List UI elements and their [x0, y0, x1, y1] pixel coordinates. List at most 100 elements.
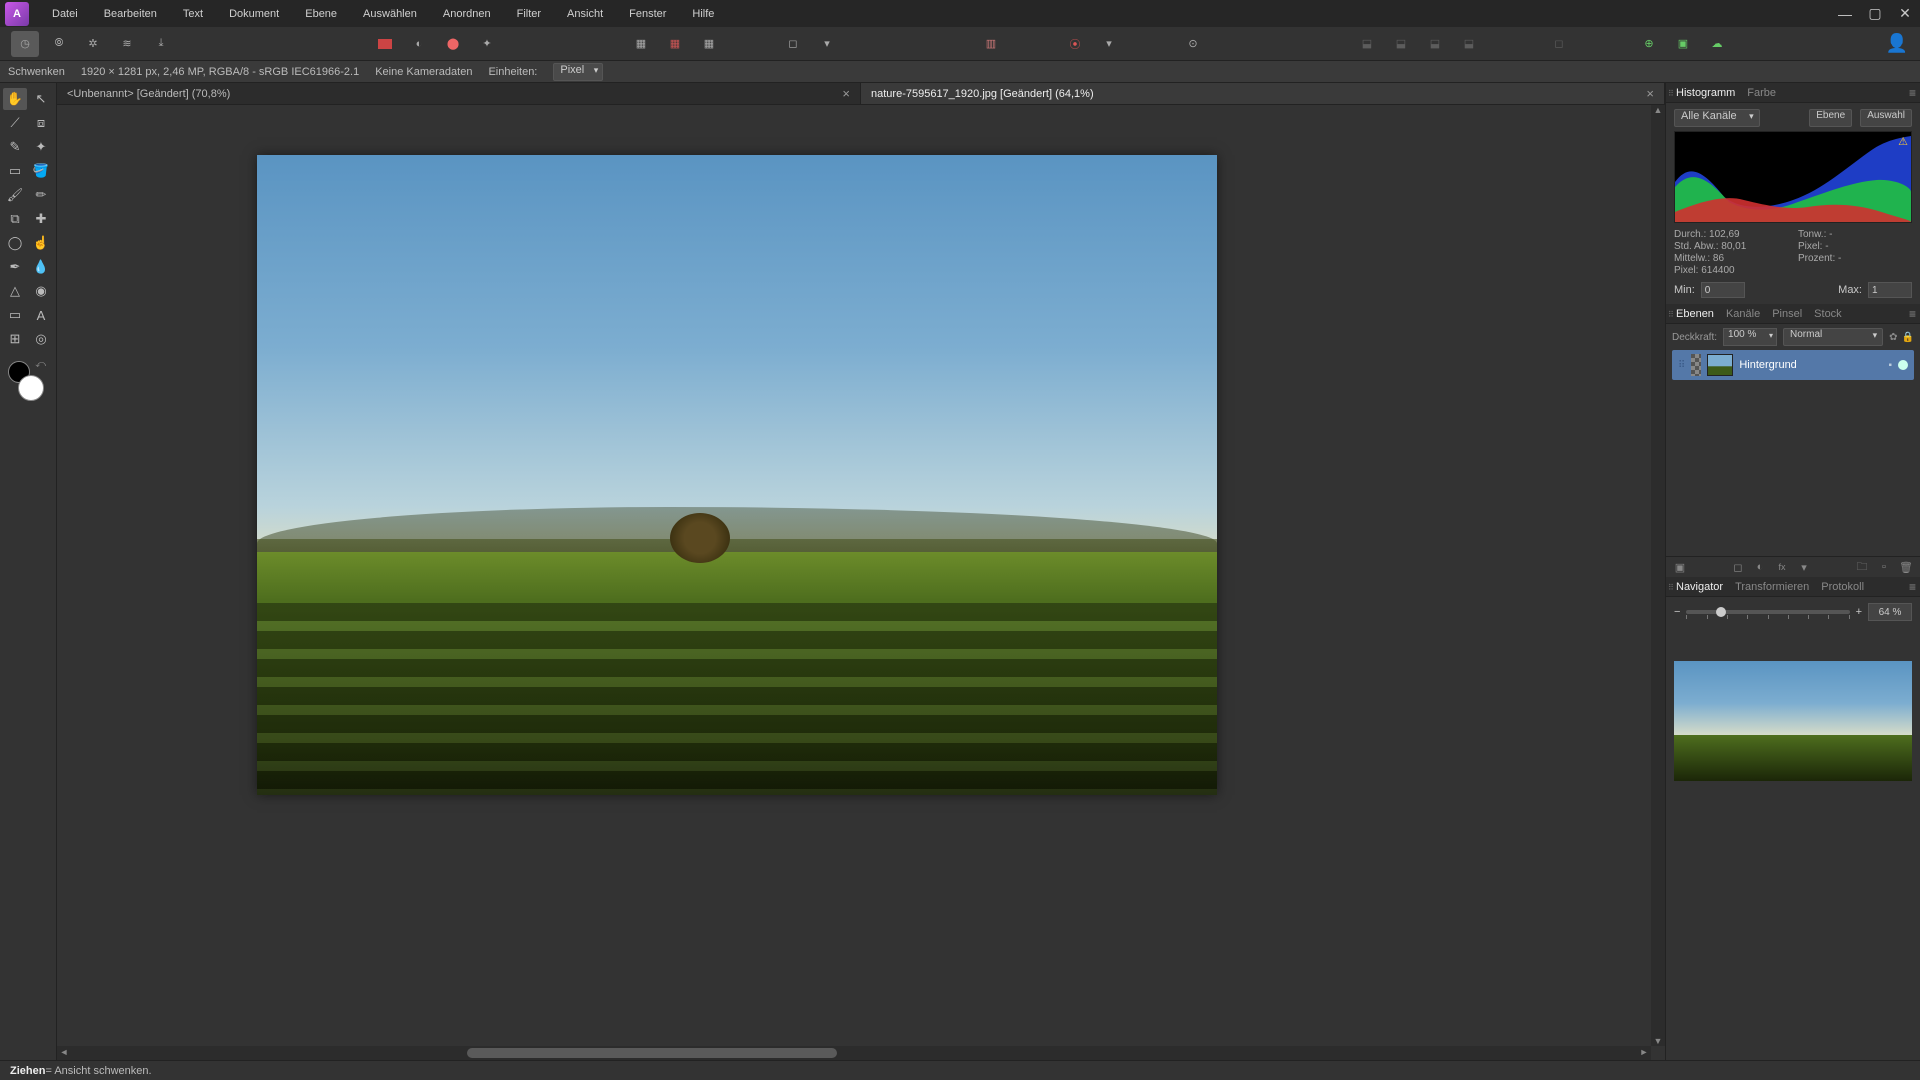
flood-select-tool[interactable]: ✦ — [29, 136, 53, 158]
delete-layer-icon[interactable]: 🗑 — [1898, 560, 1914, 574]
menu-hilfe[interactable]: Hilfe — [679, 0, 727, 27]
canvas[interactable] — [257, 155, 1217, 795]
zoom-value[interactable]: 64 % — [1868, 603, 1912, 621]
canvas-viewport[interactable]: ▲ ▼ ◄ ► — [57, 105, 1665, 1060]
stock-button[interactable]: ☁ — [1703, 31, 1731, 57]
blend-mode-select[interactable]: Normal — [1783, 328, 1883, 346]
export-persona-button[interactable]: ⤓ — [147, 31, 175, 57]
add-mask-icon[interactable]: ◻ — [1730, 560, 1746, 574]
dodge-tool[interactable]: ◯ — [3, 232, 27, 254]
menu-auswaehlen[interactable]: Auswählen — [350, 0, 430, 27]
menu-bearbeiten[interactable]: Bearbeiten — [91, 0, 170, 27]
foreground-color-swatch[interactable] — [18, 375, 44, 401]
panel-drag-icon[interactable]: ⠿ — [1668, 310, 1674, 319]
autocolors-button[interactable]: ⬤ — [439, 31, 467, 57]
tab-history[interactable]: Protokoll — [1821, 581, 1864, 593]
snap-button[interactable]: ⦿ — [1061, 31, 1089, 57]
shape-tool[interactable]: ▭ — [3, 304, 27, 326]
add-adjustment-icon[interactable]: ◐ — [1752, 560, 1768, 574]
add-group-icon[interactable]: 🗀 — [1854, 560, 1870, 574]
histogram-min-input[interactable] — [1701, 282, 1745, 298]
scroll-left-arrow[interactable]: ◄ — [57, 1047, 71, 1057]
autocontrast-button[interactable]: ◐ — [405, 31, 433, 57]
heal-tool[interactable]: ✚ — [29, 208, 53, 230]
zoom-tool[interactable]: ◎ — [29, 328, 53, 350]
view-tool[interactable]: ✋ — [3, 88, 27, 110]
resource-manager-button[interactable]: ▣ — [1669, 31, 1697, 57]
menu-dokument[interactable]: Dokument — [216, 0, 292, 27]
selection-invert-button[interactable]: ▦ — [695, 31, 723, 57]
mesh-tool[interactable]: ⊞ — [3, 328, 27, 350]
panel-drag-icon[interactable]: ⠿ — [1668, 583, 1674, 592]
opacity-input[interactable]: 100 %▾ — [1723, 328, 1777, 346]
arrange-forward-button[interactable]: ⬓ — [1421, 31, 1449, 57]
tab-color[interactable]: Farbe — [1747, 87, 1776, 99]
menu-anordnen[interactable]: Anordnen — [430, 0, 504, 27]
context-units-select[interactable]: Pixel — [553, 63, 603, 81]
menu-text[interactable]: Text — [170, 0, 216, 27]
zoom-out-button[interactable]: − — [1674, 606, 1680, 618]
marquee-tool[interactable]: ▭ — [3, 160, 27, 182]
sponge-tool[interactable]: ◉ — [29, 280, 53, 302]
text-tool[interactable]: A — [29, 304, 53, 326]
tab-navigator[interactable]: Navigator — [1676, 581, 1723, 593]
smudge-tool[interactable]: ☝ — [29, 232, 53, 254]
document-tab-1[interactable]: nature-7595617_1920.jpg [Geändert] (64,1… — [861, 83, 1665, 104]
scroll-down-arrow[interactable]: ▼ — [1651, 1036, 1665, 1046]
sharpen-tool[interactable]: △ — [3, 280, 27, 302]
tab-transform[interactable]: Transformieren — [1735, 581, 1809, 593]
menu-datei[interactable]: Datei — [39, 0, 91, 27]
histogram-selection-button[interactable]: Auswahl — [1860, 109, 1912, 127]
tab-brushes[interactable]: Pinsel — [1772, 308, 1802, 320]
layer-visibility-toggle[interactable] — [1898, 360, 1908, 370]
add-fx-icon[interactable]: fx — [1774, 560, 1790, 574]
quickmask-button[interactable]: ◻ — [779, 31, 807, 57]
panel-drag-icon[interactable]: ⠿ — [1668, 89, 1674, 98]
arrange-backward-button[interactable]: ⬓ — [1387, 31, 1415, 57]
document-tab-0[interactable]: <Unbenannt> [Geändert] (70,8%) × — [57, 83, 861, 104]
merge-visible-icon[interactable]: ▣ — [1672, 560, 1688, 574]
crop-tool[interactable]: ⧈ — [29, 112, 53, 134]
quickmask-dropdown[interactable]: ▾ — [813, 31, 841, 57]
window-minimize-button[interactable]: — — [1830, 0, 1860, 27]
menu-ebene[interactable]: Ebene — [292, 0, 350, 27]
zoom-in-button[interactable]: + — [1856, 606, 1862, 618]
develop-persona-button[interactable]: ✲ — [79, 31, 107, 57]
panel-menu-icon[interactable]: ≡ — [1909, 580, 1914, 594]
tab-histogram[interactable]: Histogramm — [1676, 87, 1735, 99]
tab-stock[interactable]: Stock — [1814, 308, 1842, 320]
histogram-channel-select[interactable]: Alle Kanäle — [1674, 109, 1760, 127]
document-tab-1-close[interactable]: × — [1636, 86, 1654, 101]
add-live-filter-icon[interactable]: ▾ — [1796, 560, 1812, 574]
clone-tool[interactable]: ⧉ — [3, 208, 27, 230]
color-swatch[interactable]: ⤺ — [8, 361, 48, 401]
scroll-right-arrow[interactable]: ► — [1637, 1047, 1651, 1057]
selection-all-button[interactable]: ▦ — [627, 31, 655, 57]
move-tool[interactable]: ↖ — [29, 88, 53, 110]
histogram-max-input[interactable] — [1868, 282, 1912, 298]
menu-ansicht[interactable]: Ansicht — [554, 0, 616, 27]
blur-tool[interactable]: 💧 — [29, 256, 53, 278]
add-resource-button[interactable]: ⊕ — [1635, 31, 1663, 57]
autolevels-button[interactable] — [371, 31, 399, 57]
arrange-front-button[interactable]: ⬓ — [1455, 31, 1483, 57]
swap-colors-icon[interactable]: ⤺ — [35, 359, 46, 370]
tab-channels[interactable]: Kanäle — [1726, 308, 1760, 320]
snap-dropdown[interactable]: ▾ — [1095, 31, 1123, 57]
histogram-layer-button[interactable]: Ebene — [1809, 109, 1852, 127]
account-button[interactable]: 👤 — [1882, 29, 1912, 59]
window-close-button[interactable]: ✕ — [1890, 0, 1920, 27]
menu-filter[interactable]: Filter — [504, 0, 554, 27]
layer-locked-icon[interactable]: ▪ — [1888, 360, 1892, 371]
crop-toggle-button[interactable]: ▥ — [977, 31, 1005, 57]
paint-brush-tool[interactable]: 🖌 — [3, 184, 27, 206]
pen-tool[interactable]: ✒ — [3, 256, 27, 278]
arrange-back-button[interactable]: ⬓ — [1353, 31, 1381, 57]
tab-layers[interactable]: Ebenen — [1676, 308, 1714, 320]
fill-tool[interactable]: 🪣 — [29, 160, 53, 182]
zoom-slider[interactable] — [1686, 610, 1849, 614]
autowhite-button[interactable]: ✦ — [473, 31, 501, 57]
insert-target-button[interactable]: ◻ — [1539, 31, 1579, 57]
layer-lock-icon[interactable]: 🔒 — [1902, 332, 1914, 343]
panel-menu-icon[interactable]: ≡ — [1909, 86, 1914, 100]
